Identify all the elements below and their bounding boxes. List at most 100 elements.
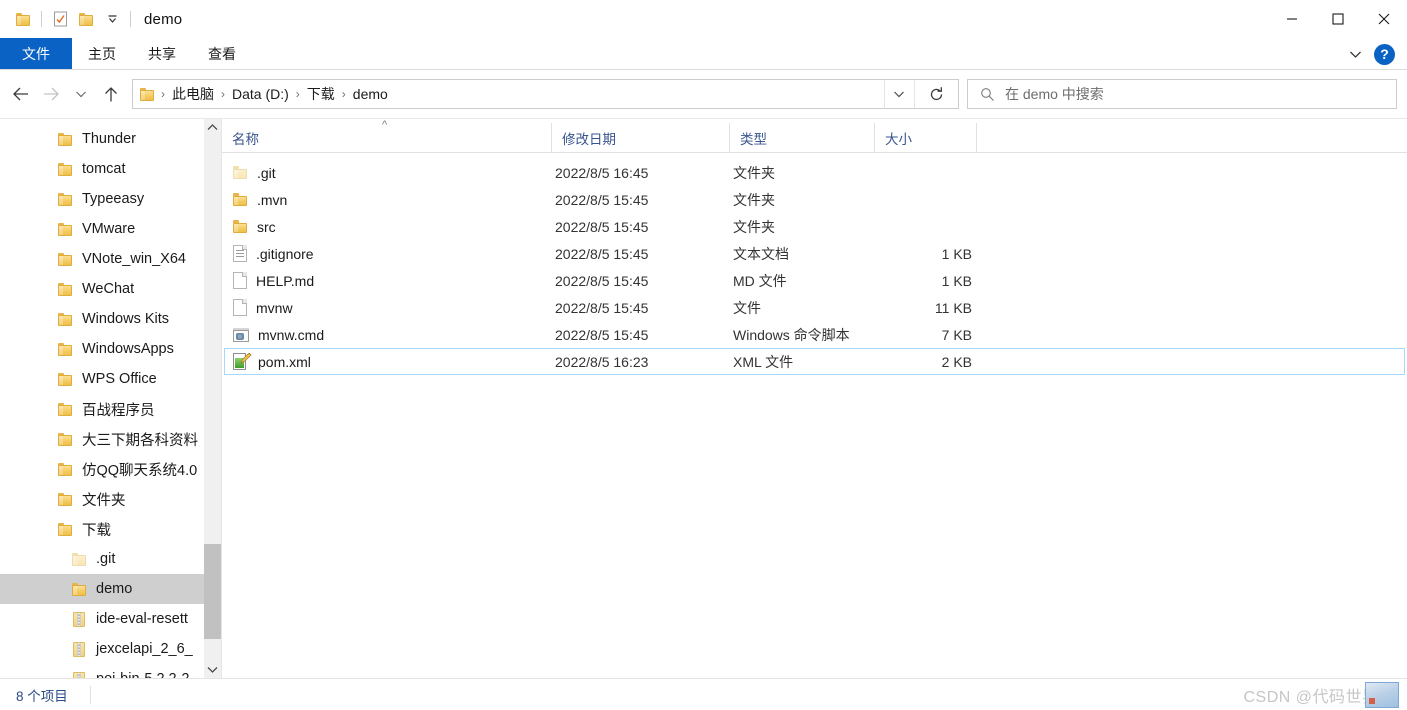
zip-icon (72, 611, 87, 627)
folder-icon (58, 462, 73, 476)
sidebar-item-git[interactable]: .git (0, 544, 221, 574)
sidebar-item-wps-office[interactable]: WPS Office (0, 364, 221, 394)
sidebar-item-[interactable]: 大三下期各科资料 (0, 424, 221, 454)
breadcrumb-separator-3[interactable]: › (340, 87, 348, 101)
sidebar-item-label: WeChat (82, 281, 135, 297)
sidebar-item-ide-eval-resett[interactable]: ide-eval-resett (0, 604, 221, 634)
cell-type: MD 文件 (733, 272, 787, 289)
table-row[interactable]: mvnw 2022/8/5 15:45 文件 11 KB (224, 294, 1405, 321)
breadcrumb-demo[interactable]: demo (348, 84, 393, 104)
sidebar-item-label: WPS Office (82, 371, 157, 387)
column-header-date[interactable]: 修改日期 (552, 122, 730, 153)
minimize-button[interactable] (1269, 0, 1315, 38)
new-folder-glyph (78, 12, 94, 26)
sidebar-item-vmware[interactable]: VMware (0, 214, 221, 244)
sidebar-item-jexcelapi-2-6[interactable]: jexcelapi_2_6_ (0, 634, 221, 664)
sidebar-item-[interactable]: 文件夹 (0, 484, 221, 514)
column-header-name[interactable]: 名称 ^ (222, 119, 552, 153)
nav-scroll-thumb[interactable] (204, 544, 221, 639)
blank-file-icon (233, 272, 247, 289)
file-name-label: .git (257, 164, 276, 181)
cell-size: 2 KB (941, 353, 972, 370)
cell-name: .gitignore (233, 245, 555, 262)
sidebar-item-demo[interactable]: demo (0, 574, 221, 604)
breadcrumb-this-pc[interactable]: 此电脑 (167, 82, 219, 106)
breadcrumb-separator-1[interactable]: › (219, 87, 227, 101)
qat-divider-2 (130, 11, 131, 27)
breadcrumb: › 此电脑 › Data (D:) › 下载 › demo (133, 82, 393, 106)
help-button[interactable]: ? (1374, 43, 1395, 65)
zip-icon (72, 641, 87, 657)
table-row[interactable]: HELP.md 2022/8/5 15:45 MD 文件 1 KB (224, 267, 1405, 294)
folder-glyph (15, 12, 31, 26)
up-arrow-icon (105, 86, 117, 101)
customize-qat-icon[interactable] (99, 6, 125, 32)
new-folder-icon[interactable] (73, 6, 99, 32)
breadcrumb-folder-icon[interactable] (140, 87, 155, 101)
sidebar-item-qq-4-0[interactable]: 仿QQ聊天系统4.0 (0, 454, 221, 484)
search-input[interactable]: 在 demo 中搜索 (1005, 84, 1104, 104)
table-row[interactable]: pom.xml 2022/8/5 16:23 XML 文件 2 KB (224, 348, 1405, 375)
tab-home[interactable]: 主页 (72, 38, 132, 69)
watermark-thumbnail (1365, 681, 1399, 708)
file-name-label: mvnw (256, 299, 293, 316)
back-arrow-icon (13, 87, 28, 101)
sidebar-item-label: demo (96, 581, 133, 597)
column-header-size[interactable]: 大小 (875, 122, 977, 153)
sidebar-item-label: tomcat (82, 161, 126, 177)
table-row[interactable]: .gitignore 2022/8/5 15:45 文本文档 1 KB (224, 240, 1405, 267)
breadcrumb-separator-0[interactable]: › (159, 87, 167, 101)
navigation-pane: Thunder tomcat Typeeasy VMware VNote_win_X64… (0, 119, 222, 678)
sidebar-item-[interactable]: 下载 (0, 514, 221, 544)
close-button[interactable] (1361, 0, 1407, 38)
sidebar-item-label: Windows Kits (82, 311, 170, 327)
up-button[interactable] (96, 79, 126, 109)
table-row[interactable]: .mvn 2022/8/5 15:45 文件夹 (224, 186, 1405, 213)
cell-size: 1 KB (941, 245, 972, 262)
forward-button[interactable] (36, 79, 66, 109)
breadcrumb-downloads[interactable]: 下载 (302, 82, 340, 106)
sidebar-item-tomcat[interactable]: tomcat (0, 154, 221, 184)
breadcrumb-data-d[interactable]: Data (D:) (227, 84, 294, 104)
sidebar-item-windowsapps[interactable]: WindowsApps (0, 334, 221, 364)
sidebar-item-[interactable]: 百战程序员 (0, 394, 221, 424)
minimize-icon (1287, 18, 1297, 20)
chevron-down-glyph (207, 667, 218, 673)
address-bar[interactable]: › 此电脑 › Data (D:) › 下载 › demo (132, 79, 959, 109)
maximize-button[interactable] (1315, 0, 1361, 38)
sidebar-item-windows-kits[interactable]: Windows Kits (0, 304, 221, 334)
search-box[interactable]: 在 demo 中搜索 (967, 79, 1397, 109)
nav-pane-scrollbar[interactable] (204, 119, 221, 678)
table-row[interactable]: mvnw.cmd 2022/8/5 15:45 Windows 命令脚本 7 KB (224, 321, 1405, 348)
cell-name: .mvn (233, 192, 555, 208)
scroll-down-icon[interactable] (204, 661, 221, 678)
folder-icon (58, 252, 73, 266)
folder-icon (58, 342, 73, 356)
column-header-type[interactable]: 类型 (730, 122, 875, 153)
breadcrumb-separator-2[interactable]: › (294, 87, 302, 101)
tab-file[interactable]: 文件 (0, 38, 72, 69)
address-dropdown-button[interactable] (884, 80, 912, 108)
sidebar-item-poi-bin-5-2-2-2[interactable]: poi-bin-5.2.2-2 (0, 664, 221, 678)
sidebar-item-label: VNote_win_X64 (82, 251, 186, 267)
chevron-down-icon[interactable] (1342, 41, 1368, 67)
back-button[interactable] (6, 79, 36, 109)
tab-share[interactable]: 共享 (132, 38, 192, 69)
window-controls (1269, 0, 1407, 38)
scroll-up-icon[interactable] (204, 119, 221, 136)
folder-icon (58, 132, 73, 146)
recent-locations-button[interactable] (66, 79, 96, 109)
table-row[interactable]: .git 2022/8/5 16:45 文件夹 (224, 159, 1405, 186)
sidebar-item-wechat[interactable]: WeChat (0, 274, 221, 304)
table-row[interactable]: src 2022/8/5 15:45 文件夹 (224, 213, 1405, 240)
properties-icon[interactable] (47, 6, 73, 32)
folder-icon[interactable] (10, 6, 36, 32)
sidebar-item-thunder[interactable]: Thunder (0, 124, 221, 154)
sidebar-item-vnote-win-x64[interactable]: VNote_win_X64 (0, 244, 221, 274)
quick-access-toolbar: demo (0, 6, 182, 32)
sidebar-item-typeeasy[interactable]: Typeeasy (0, 184, 221, 214)
title-bar: demo (0, 0, 1407, 38)
refresh-button[interactable] (914, 80, 958, 108)
tab-view[interactable]: 查看 (192, 38, 252, 69)
cell-type: XML 文件 (733, 353, 794, 370)
